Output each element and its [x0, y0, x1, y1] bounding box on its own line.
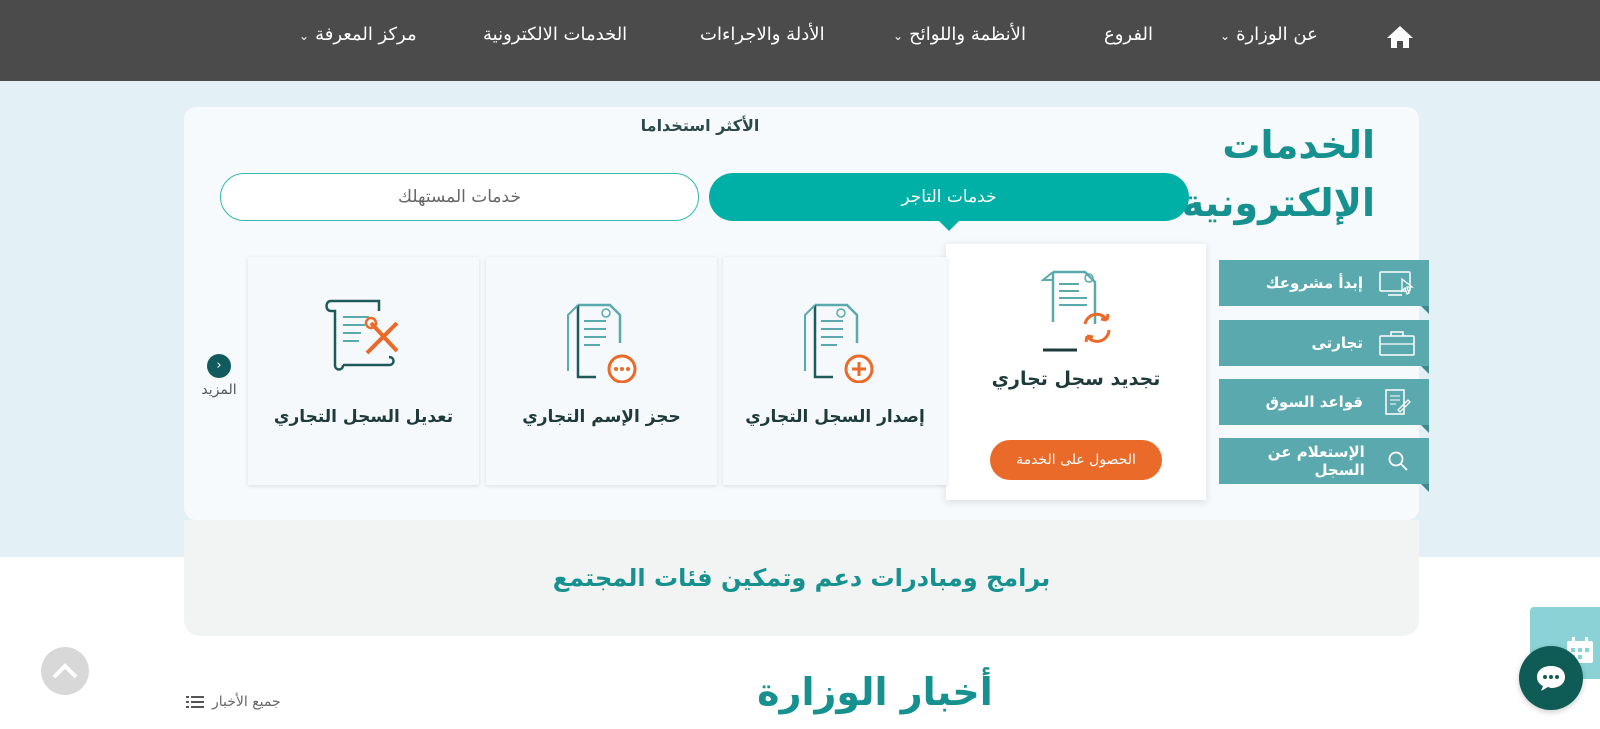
chevron-up-icon [52, 663, 78, 679]
title-line-1: الخدمات [1222, 123, 1375, 167]
nav-eservices-label: الخدمات الالكترونية [483, 24, 628, 45]
start-project-label: إبدأ مشروعك [1265, 274, 1363, 292]
top-navbar: عن الوزارة ⌄ الفروع الأنظمة واللوائح ⌄ الأ… [0, 0, 1600, 81]
nav-eservices[interactable]: الخدمات الالكترونية [483, 24, 627, 45]
monitor-cursor-icon [1377, 268, 1417, 298]
get-service-button[interactable]: الحصول على الخدمة [990, 440, 1162, 480]
edit-scroll-icon [325, 299, 399, 371]
chevron-right-icon: › [207, 354, 231, 378]
card-renew-record[interactable]: تجديد سجل تجاري الحصول على الخدمة [946, 244, 1206, 500]
card-edit-record[interactable]: تعديل السجل التجاري [248, 257, 479, 485]
card-issue-record[interactable]: إصدار السجل التجاري [723, 257, 947, 485]
more-link[interactable]: › المزيد [195, 354, 243, 398]
home-icon[interactable] [1385, 24, 1415, 50]
document-pen-icon [1377, 387, 1417, 417]
my-trade-label: تجارتى [1311, 334, 1363, 352]
tab-consumer-label: خدمات المستهلك [398, 187, 521, 207]
nav-about-label: عن الوزارة [1236, 24, 1318, 45]
all-news-label: جميع الأخبار [212, 694, 281, 710]
title-line-2: الإلكترونية [1181, 181, 1375, 225]
nav-guides-label: الأدلة والاجراءات [700, 24, 825, 45]
search-icon [1379, 446, 1417, 476]
record-inquiry-label: الإستعلام عن السجل [1267, 443, 1365, 479]
nav-branches[interactable]: الفروع [1104, 24, 1153, 45]
reserve-name-icon [567, 303, 637, 383]
scroll-to-top-button[interactable] [41, 647, 89, 695]
nav-branches-label: الفروع [1104, 24, 1153, 45]
market-rules-button[interactable]: قواعد السوق [1219, 379, 1429, 433]
nav-knowledge-label: مركز المعرفة [315, 24, 417, 45]
nav-knowledge-center[interactable]: مركز المعرفة ⌄ [299, 24, 417, 45]
news-title: أخبار الوزارة [757, 670, 993, 714]
chat-button[interactable] [1519, 646, 1583, 710]
eservices-title: الخدمات الإلكترونية [1175, 116, 1375, 232]
chevron-down-icon: ⌄ [893, 29, 904, 43]
nav-guides[interactable]: الأدلة والاجراءات [700, 24, 825, 45]
nav-regulations[interactable]: الأنظمة واللوائح ⌄ [893, 24, 1026, 45]
record-inquiry-button[interactable]: الإستعلام عن السجل [1219, 438, 1429, 492]
more-label: المزيد [201, 382, 237, 398]
chevron-down-icon: ⌄ [1220, 29, 1231, 43]
card-reserve-label: حجز الإسم التجاري [522, 407, 681, 427]
tab-consumer-services[interactable]: خدمات المستهلك [220, 173, 699, 221]
tab-merchant-label: خدمات التاجر [901, 187, 997, 207]
my-trade-button[interactable]: تجارتى [1219, 320, 1429, 374]
chevron-down-icon: ⌄ [299, 29, 310, 43]
nav-about-ministry[interactable]: عن الوزارة ⌄ [1220, 24, 1318, 45]
card-reserve-name[interactable]: حجز الإسم التجاري [486, 257, 717, 485]
all-news-link[interactable]: جميع الأخبار [186, 694, 281, 710]
tab-merchant-services[interactable]: خدمات التاجر [709, 173, 1189, 231]
chat-icon [1537, 666, 1565, 691]
card-edit-label: تعديل السجل التجاري [273, 407, 454, 427]
market-rules-label: قواعد السوق [1265, 393, 1363, 411]
start-project-button[interactable]: إبدأ مشروعك [1219, 260, 1429, 314]
programs-label: برامج ومبادرات دعم وتمكين فئات المجتمع [552, 564, 1051, 592]
most-used-heading: الأكثر استخداما [640, 116, 760, 135]
card-renew-label: تجديد سجل تجاري [991, 368, 1161, 390]
get-service-label: الحصول على الخدمة [1016, 452, 1136, 468]
renew-document-icon [1041, 270, 1111, 352]
list-icon [186, 696, 204, 708]
briefcase-icon [1377, 328, 1417, 358]
issue-document-icon [804, 303, 874, 383]
card-issue-label: إصدار السجل التجاري [745, 407, 925, 427]
programs-banner[interactable]: برامج ومبادرات دعم وتمكين فئات المجتمع [184, 520, 1419, 636]
nav-regulations-label: الأنظمة واللوائح [909, 24, 1026, 45]
